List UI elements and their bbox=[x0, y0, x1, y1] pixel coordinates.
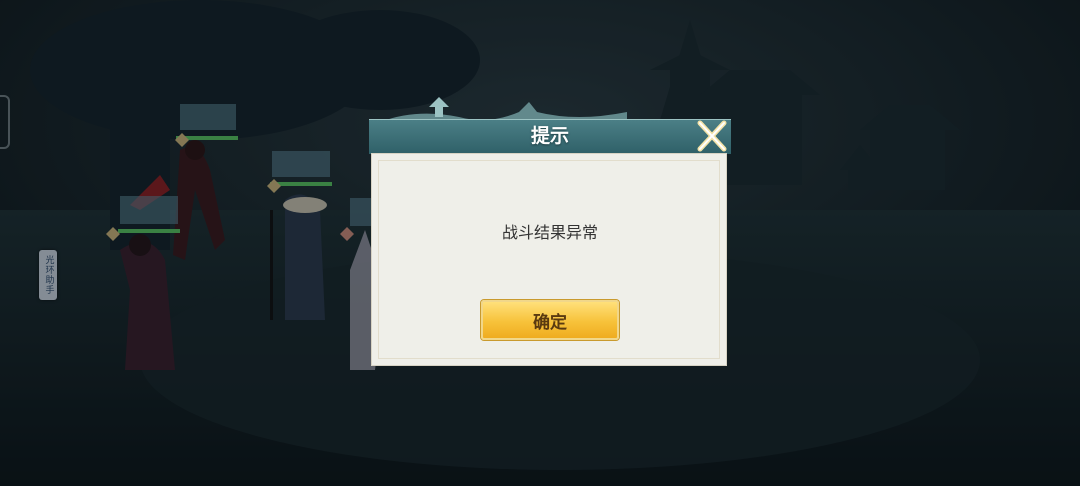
prompt-dialog: 提示 战斗结果异常 确定 bbox=[369, 97, 731, 368]
dialog-message: 战斗结果异常 bbox=[501, 223, 598, 242]
confirm-button[interactable]: 确定 bbox=[481, 300, 619, 340]
dialog-title: 提示 bbox=[530, 125, 569, 147]
close-x-icon bbox=[697, 120, 727, 152]
confirm-button-label: 确定 bbox=[533, 312, 567, 333]
close-button[interactable] bbox=[694, 119, 730, 153]
